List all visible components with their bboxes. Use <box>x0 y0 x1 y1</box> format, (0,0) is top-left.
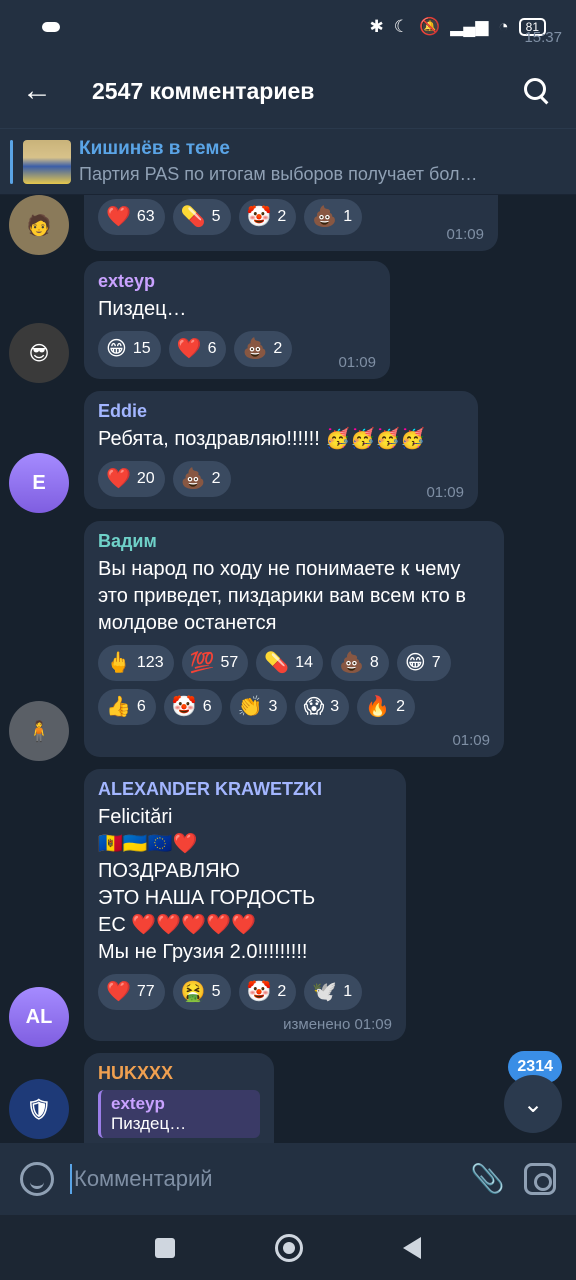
camera-icon[interactable] <box>524 1163 556 1195</box>
status-time: 15:37 <box>524 29 562 46</box>
pinned-title: Кишинёв в теме <box>79 138 230 159</box>
pinned-thumbnail <box>23 139 71 184</box>
reaction-chip[interactable]: 💩 8 <box>331 645 389 681</box>
page-title: 2547 комментариев <box>92 77 315 104</box>
reactions: ❤️ 20 💩 2 <box>98 461 464 497</box>
chat-area[interactable]: 🧑 ❤️ 63 💊 5 🤡 2 💩 1 01:09 😎 exteyp Пиздец… 😁… <box>0 195 576 1143</box>
avatar[interactable]: 😎 <box>9 323 69 383</box>
message-bubble[interactable]: exteyp Пиздец… 😁 15 ❤️ 6 💩 2 01:09 <box>84 261 390 379</box>
app-header: ← 2547 комментариев <box>0 54 576 128</box>
reaction-chip[interactable]: ❤️ 63 <box>98 199 165 235</box>
sender-name[interactable]: Eddie <box>98 401 464 422</box>
message-bubble[interactable]: HUKXXX exteyp Пиздец… <box>84 1053 274 1143</box>
status-bar: 15:37 ✱ ☾ 🔕 ▂▄▆ ◔ 81 <box>0 0 576 54</box>
bluetooth-icon: ✱ <box>369 17 384 36</box>
cloud-icon <box>42 22 60 32</box>
avatar[interactable]: AL <box>9 987 69 1047</box>
reaction-chip[interactable]: 🤡 2 <box>238 974 297 1010</box>
reaction-chip[interactable]: 😁 7 <box>396 645 451 681</box>
avatar[interactable]: 🧑 <box>9 195 69 255</box>
avatar[interactable]: 🛡 <box>9 1079 69 1139</box>
reactions: ❤️ 77 🤮 5 🤡 2 🕊️ 1 <box>98 974 392 1010</box>
message-time: 01:09 <box>446 226 484 243</box>
wifi-icon: ◔ <box>498 17 509 36</box>
message-bubble[interactable]: ALEXANDER KRAWETZKI Felicitări 🇲🇩🇺🇦🇪🇺❤️ … <box>84 769 406 1041</box>
sender-name[interactable]: exteyp <box>98 271 376 292</box>
avatar[interactable]: 🧍 <box>9 701 69 761</box>
composer: Комментарий 📎 <box>0 1143 576 1215</box>
message-bubble[interactable]: Eddie Ребята, поздравляю!!!!!! 🥳🥳🥳🥳 ❤️ 20… <box>84 391 478 509</box>
reactions: 😁 15 ❤️ 6 💩 2 <box>98 331 376 367</box>
reaction-chip[interactable]: ❤️ 77 <box>98 974 165 1010</box>
reaction-chip[interactable]: 💊 5 <box>172 199 231 235</box>
message-text: Felicitări 🇲🇩🇺🇦🇪🇺❤️ ПОЗДРАВЛЯЮ ЭТО НАША … <box>98 806 316 963</box>
reaction-chip[interactable]: 🔥 2 <box>357 689 416 725</box>
signal-icon: ▂▄▆ <box>450 17 489 36</box>
reaction-chip[interactable]: 💩 1 <box>304 199 363 235</box>
reaction-chip[interactable]: 💩 2 <box>172 461 231 497</box>
reaction-chip[interactable]: 🖕 123 <box>98 645 174 681</box>
search-icon[interactable] <box>520 74 554 108</box>
reactions: ❤️ 63 💊 5 🤡 2 💩 1 <box>98 199 484 235</box>
message-bubble[interactable]: ❤️ 63 💊 5 🤡 2 💩 1 01:09 <box>84 195 498 251</box>
reaction-chip[interactable]: 👏 3 <box>229 689 288 725</box>
home-icon[interactable] <box>275 1233 303 1262</box>
reaction-chip[interactable]: 😁 15 <box>98 331 161 367</box>
reaction-chip[interactable]: 💩 2 <box>234 331 293 367</box>
pinned-message[interactable]: Кишинёв в теме Партия PAS по итогам выбо… <box>0 128 576 194</box>
reaction-chip[interactable]: 👍 6 <box>98 689 156 725</box>
reaction-chip[interactable]: 🤮 5 <box>172 974 231 1010</box>
comment-input[interactable]: Комментарий <box>70 1164 470 1194</box>
moon-icon: ☾ <box>393 17 409 36</box>
reply-text: Пиздец… <box>111 1114 187 1133</box>
message-time: 01:09 <box>338 354 376 371</box>
reaction-chip[interactable]: 🤡 2 <box>238 199 297 235</box>
message-text: Ребята, поздравляю!!!!!! 🥳🥳🥳🥳 <box>98 428 425 450</box>
message-bubble[interactable]: Вадим Вы народ по ходу не понимаете к че… <box>84 521 504 757</box>
message-time: изменено 01:09 <box>283 1016 392 1033</box>
message-text: Пиздец… <box>98 298 187 320</box>
reply-quote[interactable]: exteyp Пиздец… <box>98 1090 260 1138</box>
reaction-chip[interactable]: ❤️ 20 <box>98 461 165 497</box>
reaction-chip[interactable]: 💯 57 <box>181 645 249 681</box>
reactions: 🖕 123 💯 57 💊 14 💩 8 😁 7 👍 6 🤡 6 👏 3 😱 3 🔥 2 <box>98 645 490 725</box>
reaction-chip[interactable]: 😱 3 <box>295 689 350 725</box>
recents-icon[interactable] <box>155 1237 175 1258</box>
mute-icon: 🔕 <box>418 17 441 36</box>
chevron-down-icon[interactable]: ⌄ <box>504 1075 562 1133</box>
reaction-chip[interactable]: 🤡 6 <box>163 689 222 725</box>
back-icon[interactable] <box>403 1236 421 1259</box>
reaction-chip[interactable]: ❤️ 6 <box>168 331 227 367</box>
sender-name[interactable]: ALEXANDER KRAWETZKI <box>98 779 392 800</box>
sender-name[interactable]: Вадим <box>98 531 490 552</box>
reaction-chip[interactable]: 🕊️ 1 <box>304 974 363 1010</box>
paperclip-icon[interactable]: 📎 <box>470 1162 505 1196</box>
message-time: 01:09 <box>452 732 490 749</box>
message-time: 01:09 <box>426 484 464 501</box>
reply-author: exteyp <box>111 1094 165 1113</box>
arrow-left-icon[interactable]: ← <box>22 74 62 108</box>
smile-icon[interactable] <box>20 1162 54 1196</box>
avatar[interactable]: E <box>9 453 69 513</box>
sender-name[interactable]: HUKXXX <box>98 1063 260 1084</box>
system-nav-bar <box>0 1215 576 1280</box>
reaction-chip[interactable]: 💊 14 <box>256 645 324 681</box>
pinned-indicator <box>10 139 13 184</box>
message-text: Вы народ по ходу не понимаете к чему это… <box>98 558 466 634</box>
status-icons: ✱ ☾ 🔕 ▂▄▆ ◔ 81 <box>369 17 546 37</box>
pinned-subtitle: Партия PAS по итогам выборов получает бо… <box>79 164 478 184</box>
